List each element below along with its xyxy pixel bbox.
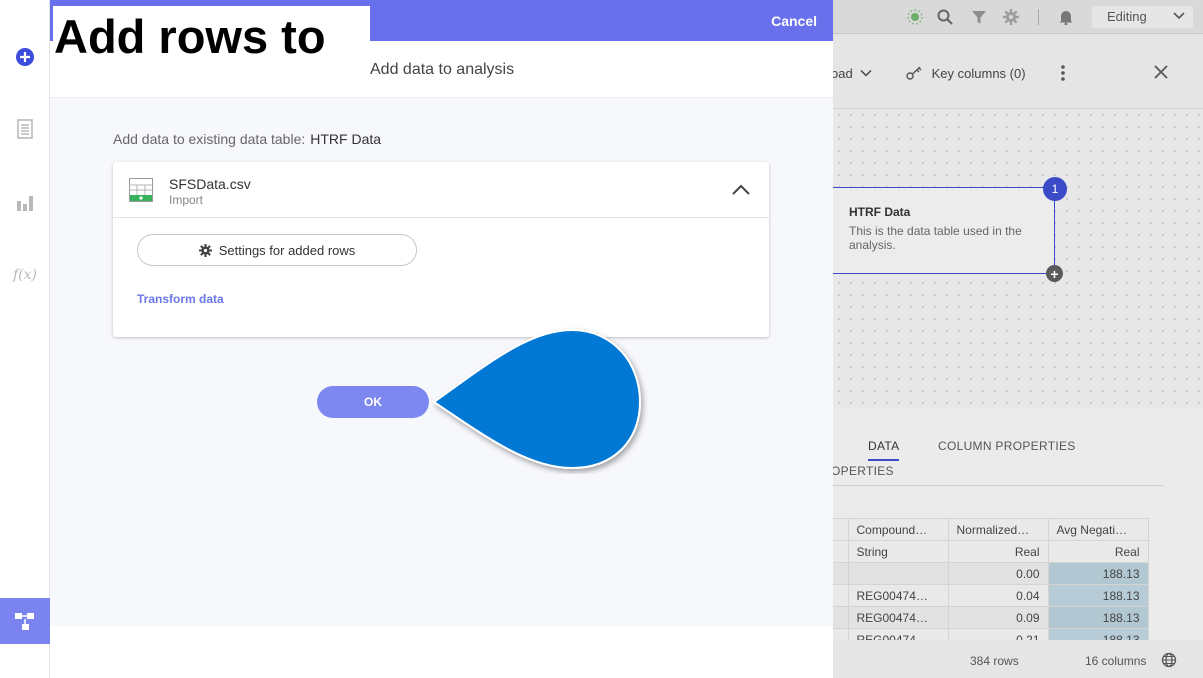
data-preview-table: Compound… Normalized… Avg Negati… String…: [833, 518, 1149, 651]
mode-select[interactable]: Editing: [1092, 6, 1193, 28]
node-description: This is the data table used in the analy…: [849, 224, 1022, 252]
table-row: REG00474… 0.09 188.13: [833, 606, 1149, 629]
source-type-label: Import: [169, 193, 204, 207]
add-node-button[interactable]: +: [1046, 265, 1063, 282]
tab-data[interactable]: DATA: [868, 439, 900, 461]
tab-divider: [833, 485, 1163, 486]
column-header[interactable]: Normalized…: [947, 518, 1049, 541]
toolbar-divider: [1038, 9, 1039, 25]
load-menu-label: oad: [833, 66, 853, 81]
data-flow-icon: [15, 613, 34, 630]
function-icon: f(x): [12, 267, 37, 283]
load-menu[interactable]: oad: [833, 66, 872, 81]
table-cell: 188.13: [1047, 562, 1149, 585]
key-icon: [906, 66, 922, 80]
row-count: 384 rows: [970, 654, 1019, 668]
data-canvas-header: oad Key columns (0): [833, 34, 1203, 109]
data-canvas: HTRF Data This is the data table used in…: [833, 109, 1203, 409]
document-icon: [17, 119, 33, 139]
column-type: String: [847, 540, 949, 563]
files-button[interactable]: [0, 109, 50, 149]
svg-text:f(x): f(x): [12, 267, 37, 283]
tutorial-title-overlay: Add rows to: [53, 6, 370, 68]
key-columns-button[interactable]: Key columns (0): [906, 66, 1026, 81]
node-step-badge: 1: [1043, 177, 1067, 201]
gear-icon[interactable]: [1003, 9, 1019, 25]
table-cell: 0.00: [947, 562, 1049, 585]
top-toolbar: Editing: [833, 0, 1203, 34]
cancel-button[interactable]: Cancel: [771, 13, 817, 29]
table-cell: REG00474…: [847, 584, 949, 607]
column-header[interactable]: Compound…: [847, 518, 949, 541]
table-row: 0.00 188.13: [833, 562, 1149, 585]
chevron-down-icon: [1173, 12, 1185, 20]
existing-table-label: Add data to existing data table: HTRF Dat…: [113, 131, 381, 147]
table-header-row: Compound… Normalized… Avg Negati…: [833, 518, 1149, 541]
settings-for-added-rows-button[interactable]: Settings for added rows: [137, 234, 417, 266]
node-title: HTRF Data: [849, 205, 911, 219]
gear-icon: [198, 243, 212, 257]
add-data-button[interactable]: [0, 37, 50, 77]
column-count: 16 columns: [1085, 654, 1147, 668]
mode-select-value: Editing: [1107, 9, 1147, 24]
data-table-node[interactable]: HTRF Data This is the data table used in…: [833, 187, 1055, 274]
column-type: Real: [1047, 540, 1149, 563]
filter-icon[interactable]: [971, 9, 987, 25]
column-type: Real: [947, 540, 1049, 563]
visualizations-button[interactable]: [0, 182, 50, 222]
existing-table-prompt: Add data to existing data table:: [113, 131, 306, 147]
table-row: REG00474… 0.04 188.13: [833, 584, 1149, 607]
globe-icon[interactable]: [1161, 652, 1177, 668]
data-canvas-button[interactable]: [0, 598, 50, 644]
notifications-bell-icon[interactable]: [1058, 9, 1074, 25]
chevron-up-icon[interactable]: [729, 178, 753, 202]
table-cell: [847, 562, 949, 585]
expressions-button[interactable]: f(x): [0, 254, 50, 294]
background-panel: Editing oad Key columns (0) HTRF Data Th…: [833, 0, 1203, 678]
source-file-name: SFSData.csv: [169, 176, 251, 192]
tab-properties[interactable]: OPERTIES: [833, 464, 894, 478]
dialog-footer: [50, 626, 833, 678]
bar-chart-icon: [17, 196, 33, 211]
column-header[interactable]: Avg Negati…: [1047, 518, 1149, 541]
details-area: DATA COLUMN PROPERTIES OPERTIES Compound…: [833, 409, 1203, 678]
existing-table-name: HTRF Data: [310, 131, 382, 147]
data-source-card: SFSData.csv Import Settings for added ro…: [113, 162, 769, 337]
search-icon[interactable]: [937, 9, 953, 25]
data-source-header[interactable]: SFSData.csv Import: [113, 162, 769, 218]
table-cell: 188.13: [1047, 584, 1149, 607]
status-bar: 384 rows 16 columns: [833, 640, 1203, 678]
ok-button[interactable]: OK: [317, 386, 429, 418]
left-icon-rail: f(x): [0, 0, 50, 678]
plus-circle-icon: [16, 48, 34, 66]
table-file-icon: [129, 178, 153, 202]
chevron-down-icon: [860, 69, 872, 77]
table-cell: 0.04: [947, 584, 1049, 607]
close-icon[interactable]: [1154, 65, 1168, 79]
dialog-title: Add data to analysis: [370, 61, 515, 78]
table-cell: 0.09: [947, 606, 1049, 629]
more-vertical-icon[interactable]: [1060, 65, 1066, 81]
tutorial-pointer-callout: [432, 328, 642, 470]
tab-column-properties[interactable]: COLUMN PROPERTIES: [938, 439, 1076, 453]
table-type-row: String Real Real: [833, 540, 1149, 563]
recommendations-icon[interactable]: [907, 9, 923, 25]
settings-button-label: Settings for added rows: [218, 242, 356, 258]
key-columns-label: Key columns (0): [931, 66, 1026, 81]
transform-data-link[interactable]: Transform data: [137, 292, 224, 306]
table-cell: 188.13: [1047, 606, 1149, 629]
table-cell: REG00474…: [847, 606, 949, 629]
